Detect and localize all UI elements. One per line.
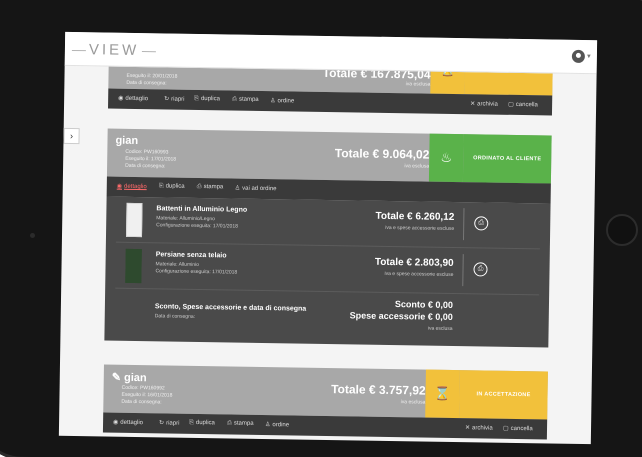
order-iva-note: iva esclusa <box>405 81 431 88</box>
eye-icon: ◉ <box>113 419 119 426</box>
dettaglio-button[interactable]: ◉ dettaglio <box>118 95 148 102</box>
camera-icon <box>30 233 35 238</box>
product-config-date: Configurazione eseguita: 17/01/2018 <box>156 222 238 230</box>
sconto-section: Sconto, Spese accessorie e data di conse… <box>114 289 539 348</box>
status-badge: IN ACCETTAZIONE <box>459 370 548 420</box>
eye-icon: ◉ <box>118 95 124 102</box>
stampa-button[interactable]: ⎙ stampa <box>232 96 259 103</box>
logo: VIEW <box>69 41 160 59</box>
hourglass-icon: ⌛ <box>425 369 460 419</box>
person-icon: ♙ <box>270 98 276 105</box>
riapri-button[interactable]: ↻ riapri <box>159 419 179 426</box>
archivia-button[interactable]: ✕ archivia <box>470 100 498 107</box>
product-material: Materiale: Alluminio <box>155 261 199 268</box>
riapri-button[interactable]: ↻ riapri <box>164 95 184 102</box>
copy-icon: ⎘ <box>189 419 194 426</box>
stage: VIEW ▼ › Eseguito il: 20/01/2018 Data di… <box>0 0 642 457</box>
list-item: Battenti in Alluminio Legno Materiale: A… <box>115 196 541 250</box>
product-note: iva e spese accessorie escluse <box>385 224 455 232</box>
delivery-date-label: Data di consegna: <box>154 313 196 320</box>
product-material: Materiale: Alluminio/Legno <box>156 215 215 223</box>
duplica-button[interactable]: ⎘ duplica <box>159 183 185 190</box>
copy-icon: ⎘ <box>158 183 164 190</box>
close-icon: ✕ <box>470 101 476 108</box>
divider <box>462 208 465 241</box>
order-iva-note: iva esclusa <box>404 163 430 170</box>
product-name: Persiane senza telaio <box>155 251 227 260</box>
product-total: Totale € 2.803,90 <box>374 256 454 269</box>
order-card: ✎ gian Codice: PW160992 Eseguito il: 16/… <box>102 364 548 440</box>
user-icon[interactable] <box>571 49 585 64</box>
pencil-icon[interactable]: ✎ <box>112 372 124 384</box>
vai-ad-ordine-button[interactable]: ♙ vai ad ordine <box>235 185 277 193</box>
order-card-expanded: gian Codice: PW160993 Eseguito il: 17/01… <box>104 128 552 348</box>
app-screen: VIEW ▼ › Eseguito il: 20/01/2018 Data di… <box>58 31 598 445</box>
duplica-button[interactable]: ⎘ duplica <box>189 420 215 427</box>
order-total: Totale € 9.064,02 <box>334 146 430 162</box>
chevron-down-icon[interactable]: ▼ <box>586 54 592 60</box>
stampa-button[interactable]: ⎙ stampa <box>227 420 254 427</box>
order-delivery-date: Data di consegna: <box>125 162 166 170</box>
order-total: Totale € 3.757,92 <box>331 382 426 398</box>
product-image <box>125 248 142 284</box>
close-icon: ✕ <box>464 425 471 432</box>
product-config-date: Configurazione eseguita: 17/01/2018 <box>155 268 238 276</box>
sconto-title: Sconto, Spese accessorie e data di conse… <box>154 303 307 313</box>
print-icon: ⎙ <box>227 420 232 427</box>
list-item: Persiane senza telaio Materiale: Allumin… <box>115 242 540 296</box>
ordine-button[interactable]: ♙ ordine <box>265 421 289 428</box>
product-note: iva e spese accessorie escluse <box>384 270 454 278</box>
ordine-button[interactable]: ♙ ordine <box>270 97 294 104</box>
duplica-button[interactable]: ⎘ duplica <box>194 96 220 103</box>
dettaglio-button[interactable]: ◉ dettaglio <box>113 419 143 426</box>
product-list: Battenti in Alluminio Legno Materiale: A… <box>104 196 551 348</box>
cancella-button[interactable]: ▢ cancella <box>503 425 533 432</box>
stampa-button[interactable]: ⎙ stampa <box>197 184 224 191</box>
spese-value: Spese accessorie € 0,00 <box>349 310 453 322</box>
person-icon: ♙ <box>265 422 271 429</box>
product-image <box>125 202 143 238</box>
cart-icon: ♨ <box>428 133 464 183</box>
divider <box>462 254 464 287</box>
dettaglio-button[interactable]: ◉ dettaglio <box>117 183 147 190</box>
reopen-icon: ↻ <box>159 420 165 427</box>
order-iva-note: iva esclusa <box>400 399 426 406</box>
person-icon: ♙ <box>234 185 241 192</box>
order-delivery-date: Data di consegna: <box>126 79 167 87</box>
order-code: Codice: PW160992 <box>121 384 165 392</box>
sconto-value: Sconto € 0,00 <box>394 299 454 310</box>
reopen-icon: ↻ <box>164 96 170 103</box>
product-total: Totale € 6.260,12 <box>375 210 455 223</box>
archivia-button[interactable]: ✕ archivia <box>465 424 493 431</box>
order-code: Codice: PW160993 <box>125 148 169 156</box>
sconto-iva-note: iva esclusa <box>427 325 453 332</box>
status-badge: ORDINATO AL CLIENTE <box>462 134 552 184</box>
print-icon[interactable]: ⎙ <box>473 262 488 277</box>
sidebar-toggle-button[interactable]: › <box>63 127 80 145</box>
order-card-header[interactable]: ✎ gian Codice: PW160992 Eseguito il: 16/… <box>103 364 548 420</box>
eye-icon: ◉ <box>116 183 123 190</box>
product-name: Battenti in Alluminio Legno <box>156 205 248 214</box>
customer-name: gian <box>115 134 139 148</box>
print-icon: ⎙ <box>196 183 202 191</box>
cancella-button[interactable]: ▢ cancella <box>508 101 538 108</box>
home-button[interactable] <box>606 214 638 246</box>
customer-name: ✎ gian <box>111 371 147 385</box>
order-date: Eseguito il: 16/01/2018 <box>121 391 173 399</box>
trash-icon: ▢ <box>508 101 514 108</box>
order-delivery-date: Data di consegna: <box>121 398 162 406</box>
trash-icon: ▢ <box>502 425 509 432</box>
order-date: Eseguito il: 20/01/2018 <box>126 72 178 80</box>
order-date: Eseguito il: 17/01/2018 <box>125 155 177 163</box>
print-icon[interactable]: ⎙ <box>474 216 489 231</box>
order-card-header[interactable]: gian Codice: PW160993 Eseguito il: 17/01… <box>106 128 552 184</box>
print-icon: ⎙ <box>232 96 238 103</box>
copy-icon: ⎘ <box>194 95 200 102</box>
